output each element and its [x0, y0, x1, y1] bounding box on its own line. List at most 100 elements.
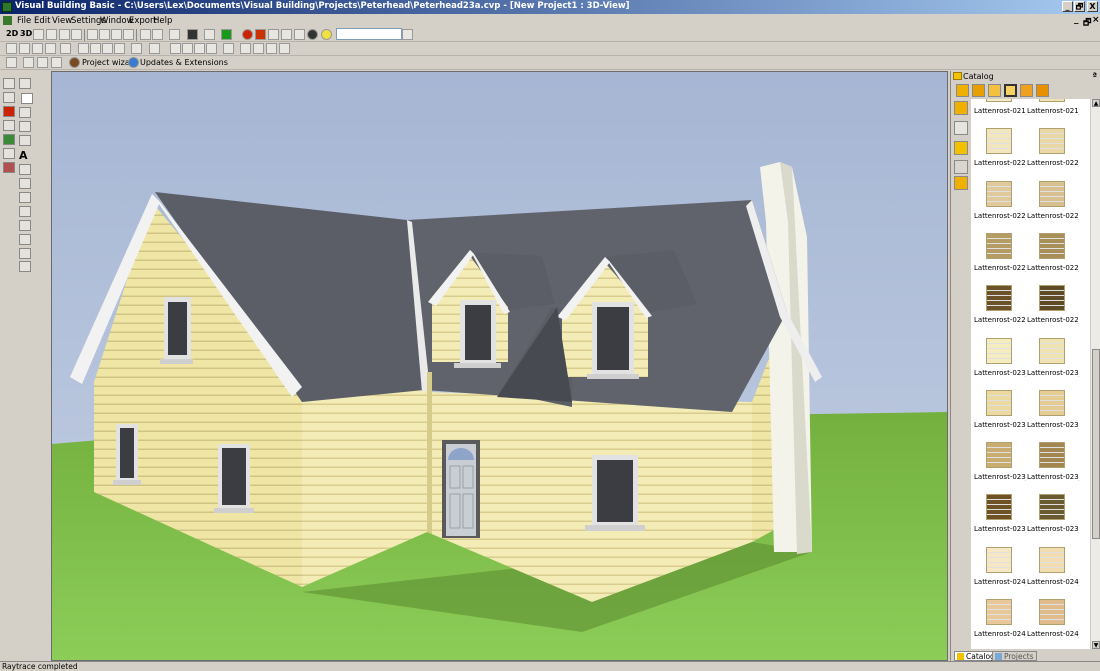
catalog-scrollbar[interactable]: ▲ ▼ — [1090, 99, 1100, 649]
copy-icon[interactable] — [90, 43, 101, 54]
texture-icon[interactable] — [281, 29, 292, 40]
paint-icon[interactable] — [255, 29, 266, 40]
catalog-item[interactable]: Lattenrost-022_... — [974, 284, 1026, 336]
menu-view[interactable]: View — [52, 16, 72, 26]
catalog-favorite-icon[interactable] — [954, 101, 968, 115]
cut-icon[interactable] — [78, 43, 89, 54]
menu-help[interactable]: Help — [153, 16, 172, 26]
catalog-item[interactable]: Lattenrost-022_... — [1027, 284, 1079, 336]
grid-toggle-icon[interactable] — [240, 43, 251, 54]
redo-icon[interactable] — [149, 43, 160, 54]
update-icon[interactable] — [128, 57, 139, 68]
catalog-item[interactable]: Lattenrost-023_... — [1027, 389, 1079, 441]
globe-icon[interactable] — [307, 29, 318, 40]
stair-tool-icon[interactable] — [19, 164, 31, 175]
angle-icon[interactable] — [279, 43, 290, 54]
object-tool-icon[interactable] — [19, 248, 31, 259]
scroll-thumb[interactable] — [1092, 349, 1100, 539]
view-select[interactable] — [336, 28, 402, 40]
updates-extensions-button[interactable]: Updates & Extensions — [140, 58, 228, 67]
catalog-item[interactable]: Lattenrost-023_... — [974, 493, 1026, 545]
catalog-folder-closed-icon[interactable] — [954, 121, 968, 135]
light-icon[interactable] — [204, 29, 215, 40]
minimize-button[interactable]: _ — [1062, 1, 1073, 12]
camera-icon[interactable] — [140, 29, 151, 40]
stack-tool-icon[interactable] — [19, 261, 31, 272]
cube-icon[interactable] — [169, 29, 180, 40]
zoom-icon[interactable] — [170, 43, 181, 54]
pencil-icon[interactable] — [23, 57, 34, 68]
zoom-in-icon[interactable] — [182, 43, 193, 54]
house-icon[interactable] — [3, 78, 15, 89]
car-icon[interactable] — [402, 29, 413, 40]
texture-tool-icon[interactable] — [3, 162, 15, 173]
render-icon[interactable] — [152, 29, 163, 40]
3d-view-button[interactable]: 3D — [20, 29, 32, 38]
restore-button[interactable]: 🗗 — [1074, 1, 1085, 12]
paste-icon[interactable] — [102, 43, 113, 54]
catalog-item[interactable]: Lattenrost-021_... — [1027, 99, 1079, 127]
catalog-item[interactable]: Lattenrost-021_... — [974, 99, 1026, 127]
catalog-materials-icon[interactable] — [1004, 84, 1017, 97]
undo-icon[interactable] — [131, 43, 142, 54]
catalog-item[interactable]: Lattenrost-023_... — [1027, 493, 1079, 545]
catalog-item[interactable]: Lattenrost-022_... — [974, 127, 1026, 179]
catalog-tree-icon[interactable] — [954, 160, 968, 174]
dark-mode-icon[interactable] — [187, 29, 198, 40]
help-tool-icon[interactable] — [19, 121, 31, 132]
roof-tool-icon[interactable] — [19, 178, 31, 189]
column-tool-icon[interactable] — [19, 206, 31, 217]
door-tool-icon[interactable] — [19, 234, 31, 245]
catalog-item[interactable]: Lattenrost-023_... — [974, 337, 1026, 389]
eyedropper-icon[interactable] — [268, 29, 279, 40]
scroll-up-icon[interactable]: ▲ — [1092, 99, 1100, 107]
sun-icon[interactable] — [321, 29, 332, 40]
arc-tool-icon[interactable] — [19, 192, 31, 203]
3d-viewport[interactable] — [51, 71, 948, 661]
grid-icon[interactable] — [71, 29, 82, 40]
catalog-item[interactable]: Lattenrost-024_... — [974, 546, 1026, 598]
catalog-item[interactable]: Lattenrost-022_... — [1027, 180, 1079, 232]
line-tool-icon[interactable] — [19, 107, 31, 118]
wizard-icon[interactable] — [69, 57, 80, 68]
select-tool-icon[interactable] — [21, 93, 33, 104]
window-horizontal-icon[interactable] — [111, 29, 122, 40]
catalog-roof-icon[interactable] — [988, 84, 1001, 97]
mdi-close-button[interactable]: × — [1092, 15, 1100, 25]
catalog-item[interactable]: Lattenrost-024_... — [974, 598, 1026, 649]
catalog-item[interactable]: Lattenrost-023_... — [1027, 337, 1079, 389]
window-tile-icon[interactable] — [87, 29, 98, 40]
wall-tool-icon[interactable] — [19, 78, 31, 89]
delete-icon[interactable] — [114, 43, 125, 54]
save-all-icon[interactable] — [45, 43, 56, 54]
tab-projects[interactable]: Projects — [992, 651, 1037, 661]
scissors-icon[interactable] — [37, 57, 48, 68]
plant-icon[interactable] — [3, 120, 15, 131]
catalog-item[interactable]: Lattenrost-023_... — [974, 441, 1026, 493]
zoom-fit-icon[interactable] — [206, 43, 217, 54]
catalog-2d-icon[interactable] — [1036, 84, 1049, 97]
floor-icon[interactable] — [59, 29, 70, 40]
catalog-folder-open-icon[interactable] — [954, 141, 968, 155]
catalog-objects-icon[interactable] — [1020, 84, 1033, 97]
document-icon[interactable] — [223, 43, 234, 54]
catalog-item[interactable]: Lattenrost-022_... — [974, 232, 1026, 284]
tools-icon[interactable] — [6, 57, 17, 68]
image-icon[interactable] — [51, 57, 62, 68]
save-icon[interactable] — [32, 43, 43, 54]
catalog-person-icon[interactable] — [954, 176, 968, 190]
color-icon[interactable] — [3, 106, 15, 117]
pin-icon[interactable]: ª — [1092, 71, 1097, 80]
catalog-item[interactable]: Lattenrost-024_... — [1027, 546, 1079, 598]
stairs-icon[interactable] — [3, 92, 15, 103]
dimension-icon[interactable] — [3, 148, 15, 159]
green-color-icon[interactable] — [221, 29, 232, 40]
catalog-item[interactable]: Lattenrost-022_... — [974, 180, 1026, 232]
new-icon[interactable] — [6, 43, 17, 54]
text-tool-icon[interactable]: A — [19, 149, 31, 162]
window-tool-icon[interactable] — [19, 220, 31, 231]
terrain-icon[interactable] — [3, 134, 15, 145]
catalog-item[interactable]: Lattenrost-022_... — [1027, 232, 1079, 284]
catalog-home-icon[interactable] — [956, 84, 969, 97]
snap-icon[interactable] — [253, 43, 264, 54]
